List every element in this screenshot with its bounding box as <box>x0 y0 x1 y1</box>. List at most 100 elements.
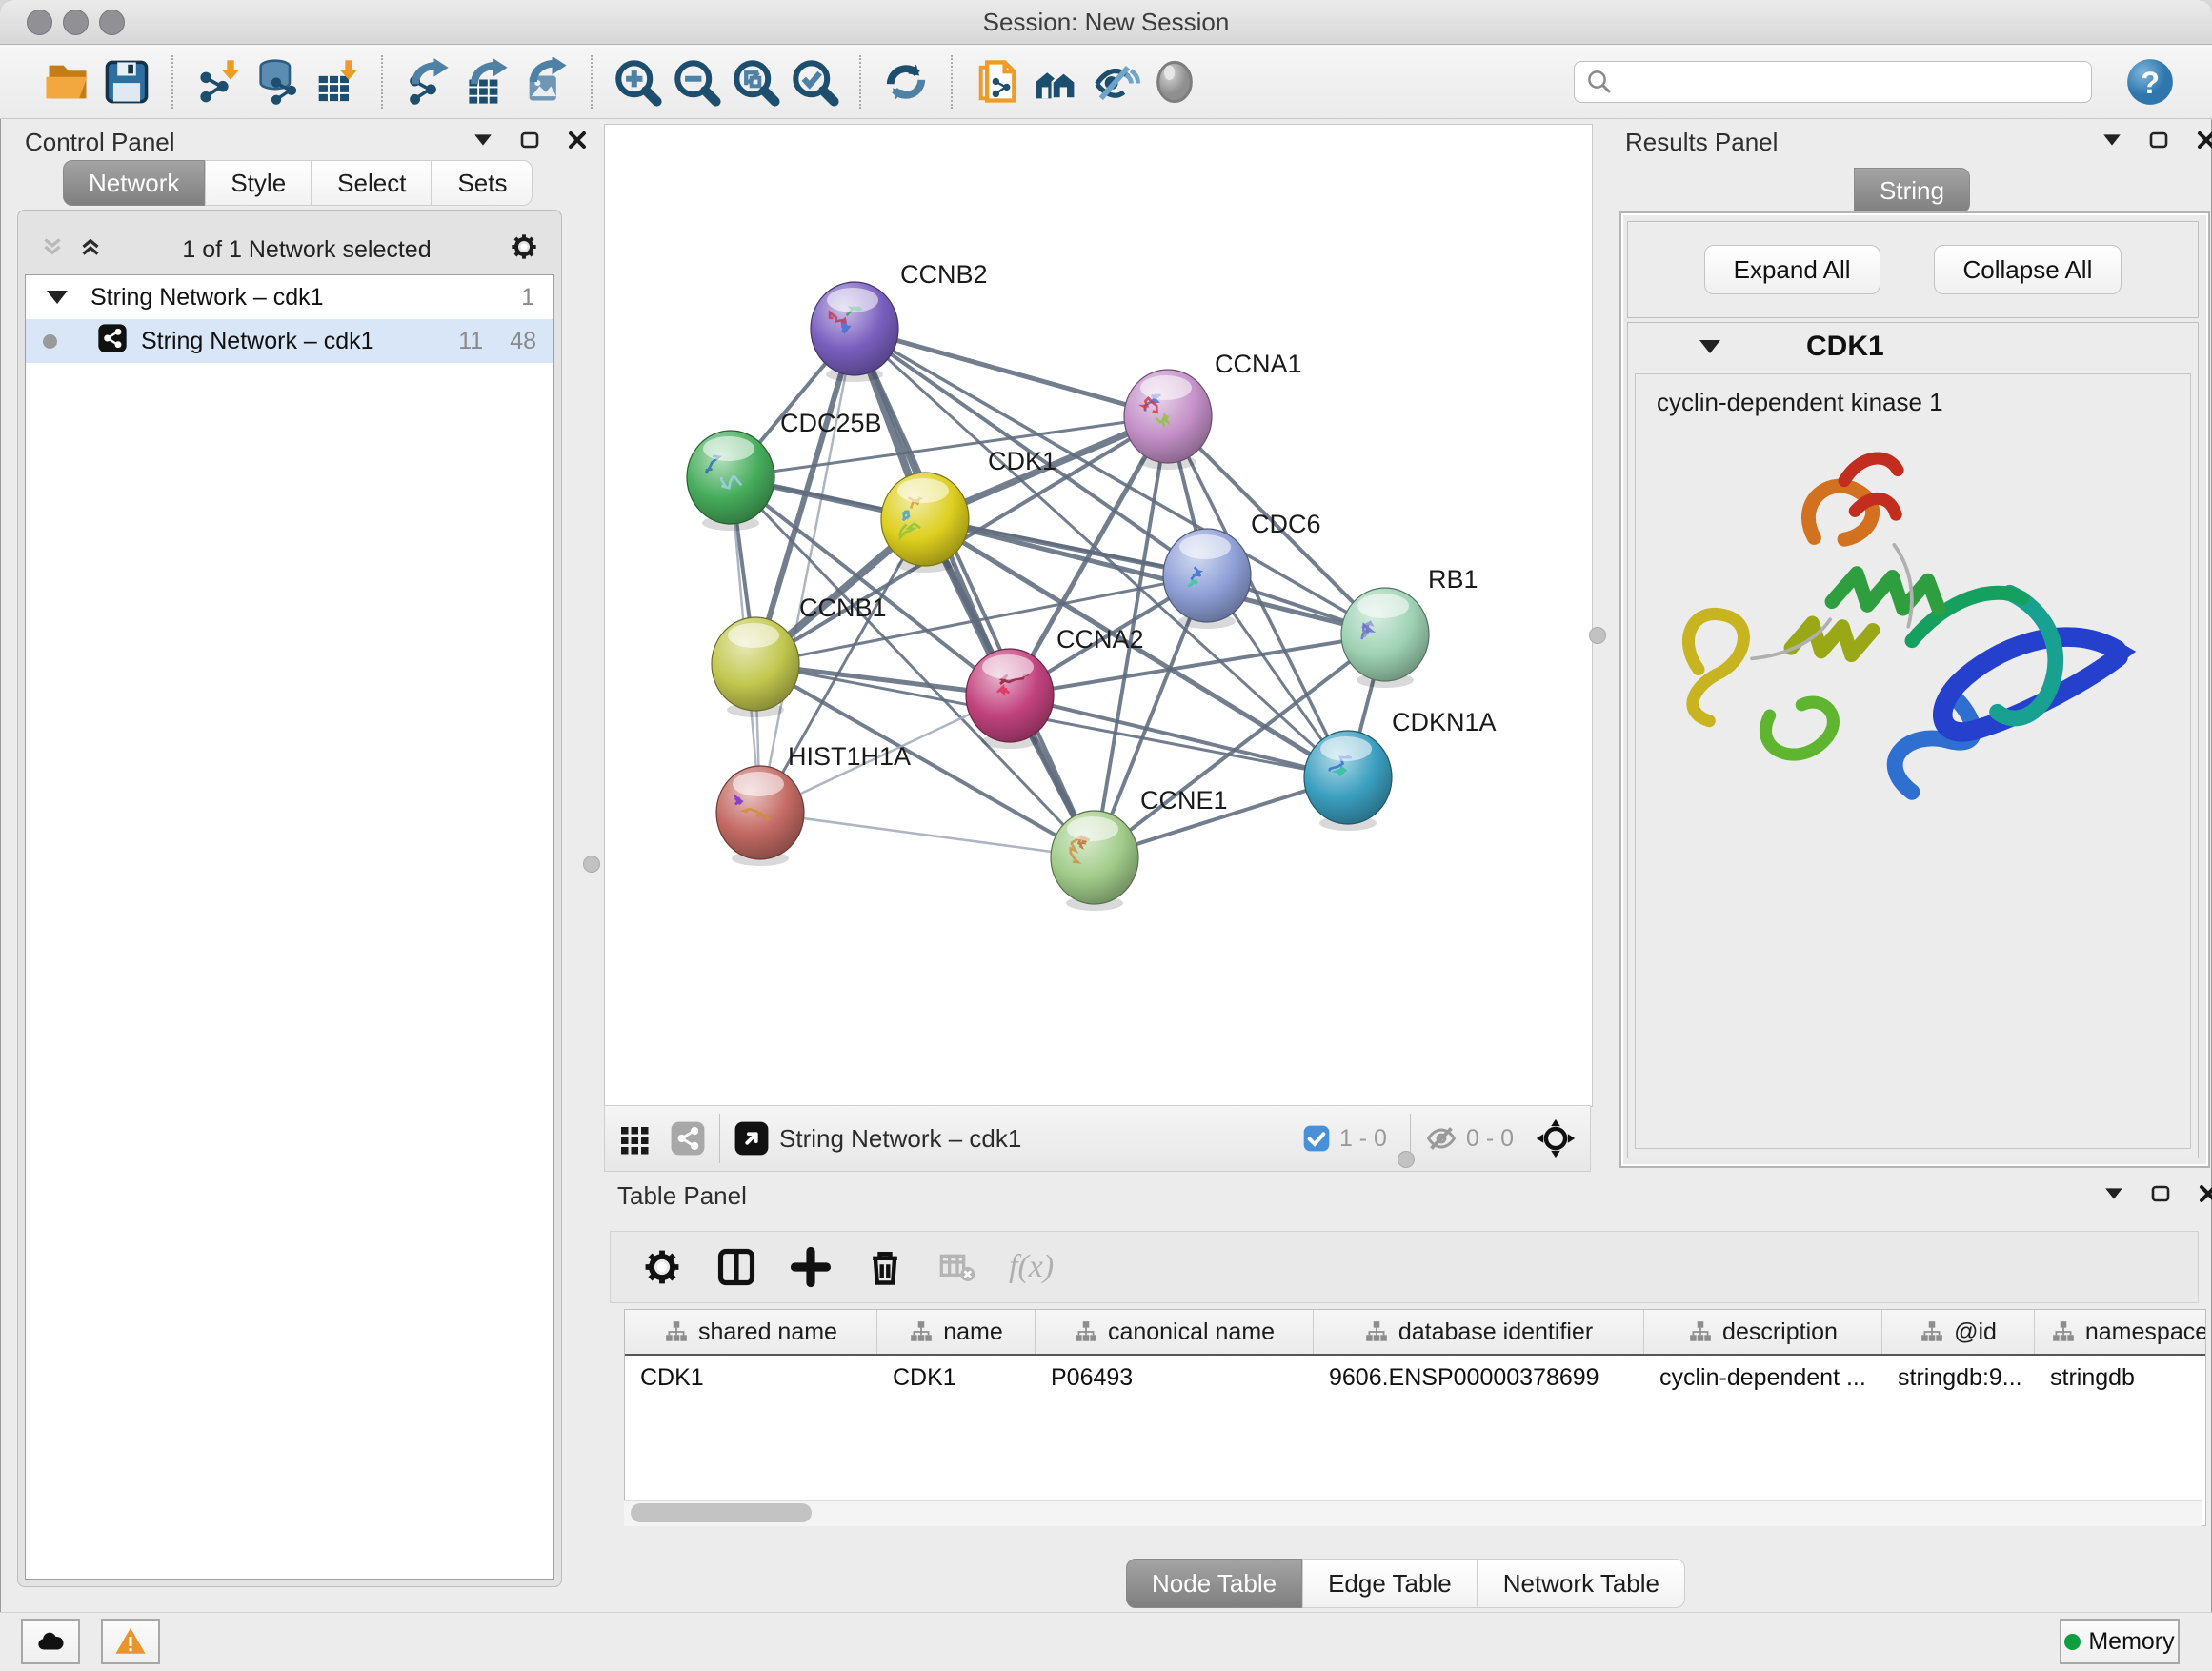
refresh-button[interactable] <box>876 52 935 111</box>
string-home-icon <box>1032 57 1081 107</box>
column-header-canonicalname[interactable]: canonical name <box>1036 1310 1314 1354</box>
horizontal-splitter-handle[interactable] <box>1398 1151 1415 1168</box>
control-panel-float-icon[interactable] <box>518 129 541 156</box>
network-list-options-gear-icon[interactable] <box>509 232 539 269</box>
network-edge[interactable] <box>855 329 1095 857</box>
export-table-icon <box>462 57 512 107</box>
zoom-fit-button[interactable] <box>726 52 785 111</box>
left-splitter-handle[interactable] <box>583 856 600 873</box>
network-overview-share-icon[interactable] <box>670 1120 706 1157</box>
network-collection-row[interactable]: String Network – cdk1 1 <box>26 275 553 319</box>
tab-select[interactable]: Select <box>312 160 432 206</box>
import-network-database-button[interactable] <box>248 52 307 111</box>
cloud-button[interactable] <box>21 1619 80 1664</box>
network-node-CCNB2[interactable]: CCNB2 <box>811 260 988 382</box>
cell-databaseidentifier: 9606.ENSP00000378699 <box>1314 1356 1644 1399</box>
close-window-icon[interactable] <box>27 10 52 35</box>
network-node-CCNE1[interactable]: CCNE1 <box>1051 786 1228 911</box>
delete-column-trash-icon[interactable] <box>864 1246 906 1288</box>
column-header-name[interactable]: name <box>877 1310 1036 1354</box>
refresh-icon <box>881 57 931 107</box>
table-panel-menu-icon[interactable] <box>2103 1187 2124 1205</box>
collapse-all-networks-icon[interactable] <box>38 232 67 268</box>
network-view-canvas[interactable]: CCNB2 CCNA1 CDC25B CDK1 CDC6 RB1 CCNB1 C… <box>604 124 1593 1107</box>
zoom-selected-icon <box>790 57 839 107</box>
tab-network[interactable]: Network <box>63 160 205 206</box>
table-row[interactable]: CDK1CDK1P064939606.ENSP00000378699cyclin… <box>625 1356 2205 1399</box>
right-splitter-handle[interactable] <box>1589 627 1606 644</box>
import-table-button[interactable] <box>307 52 366 111</box>
main-toolbar: ? <box>0 45 2212 119</box>
column-header-sharedname[interactable]: shared name <box>625 1310 877 1354</box>
tab-sets[interactable]: Sets <box>432 160 533 206</box>
zoom-selected-button[interactable] <box>785 52 844 111</box>
open-session-button[interactable] <box>38 52 97 111</box>
network-edge[interactable] <box>760 329 855 813</box>
open-in-new-window-icon[interactable] <box>734 1120 770 1157</box>
table-options-gear-icon[interactable] <box>641 1246 683 1288</box>
expand-all-networks-icon[interactable] <box>76 232 105 268</box>
export-network-button[interactable] <box>398 52 457 111</box>
table-panel-float-icon[interactable] <box>2149 1182 2172 1210</box>
collapse-all-button[interactable]: Collapse All <box>1934 245 2122 294</box>
import-network-button[interactable] <box>189 52 248 111</box>
help-button[interactable]: ? <box>2121 52 2180 111</box>
cell-id: stringdb:9... <box>1882 1356 2035 1399</box>
search-input[interactable] <box>1574 61 2092 103</box>
network-graph[interactable]: CCNB2 CCNA1 CDC25B CDK1 CDC6 RB1 CCNB1 C… <box>605 125 1592 1106</box>
tab-string[interactable]: String <box>1854 168 1970 213</box>
export-image-button[interactable] <box>516 52 575 111</box>
tab-style[interactable]: Style <box>205 160 312 206</box>
hide-unhide-button[interactable] <box>1086 52 1145 111</box>
tab-edge-table[interactable]: Edge Table <box>1302 1559 1478 1608</box>
export-table-button[interactable] <box>457 52 516 111</box>
show-grid-icon[interactable] <box>618 1121 653 1156</box>
column-header-namespace[interactable]: namespace <box>2035 1310 2206 1354</box>
save-session-button[interactable] <box>97 52 156 111</box>
zoom-in-icon <box>613 57 662 107</box>
network-edge[interactable] <box>760 813 1095 857</box>
string-home-button[interactable] <box>1027 52 1086 111</box>
maximize-window-icon[interactable] <box>99 10 125 35</box>
minimize-window-icon[interactable] <box>63 10 89 35</box>
table-scrollbar-thumb[interactable] <box>631 1503 812 1522</box>
gene-collapse-icon[interactable] <box>1699 340 1720 353</box>
create-column-plus-icon[interactable] <box>790 1246 832 1288</box>
network-node-CCNA1[interactable]: CCNA1 <box>1124 350 1302 470</box>
network-node-CCNB1[interactable]: CCNB1 <box>712 594 887 717</box>
control-panel-close-icon[interactable] <box>566 129 589 156</box>
column-header-id[interactable]: @id <box>1882 1310 2035 1354</box>
zoom-in-button[interactable] <box>608 52 667 111</box>
selected-node-edge-count: 1 - 0 <box>1339 1125 1387 1153</box>
network-node-RB1[interactable]: RB1 <box>1341 565 1478 688</box>
collection-expand-icon[interactable] <box>47 291 68 304</box>
network-node-HIST1H1A[interactable]: HIST1H1A <box>716 742 911 866</box>
table-panel-close-icon[interactable] <box>2197 1182 2212 1210</box>
expand-all-button[interactable]: Expand All <box>1704 245 1880 294</box>
zoom-out-button[interactable] <box>667 52 726 111</box>
network-edge[interactable] <box>1010 695 1348 777</box>
hidden-eye-slash-icon[interactable] <box>1424 1121 1458 1156</box>
results-panel-float-icon[interactable] <box>2147 129 2170 156</box>
network-row[interactable]: String Network – cdk1 11 48 <box>26 319 553 363</box>
tab-node-table[interactable]: Node Table <box>1126 1559 1302 1608</box>
column-header-databaseidentifier[interactable]: database identifier <box>1314 1310 1644 1354</box>
show-columns-icon[interactable] <box>715 1246 757 1288</box>
show-graphics-details-button[interactable] <box>1145 52 1204 111</box>
table-horizontal-scrollbar[interactable] <box>624 1500 2202 1526</box>
network-node-CDKN1A[interactable]: CDKN1A <box>1304 708 1497 831</box>
tab-network-table[interactable]: Network Table <box>1478 1559 1685 1608</box>
control-panel-menu-icon[interactable] <box>473 133 493 151</box>
cell-sharedname: CDK1 <box>625 1356 877 1399</box>
warnings-button[interactable] <box>101 1619 160 1664</box>
svg-text:?: ? <box>2141 65 2160 99</box>
gene-section-header[interactable]: CDK1 <box>1627 322 2197 372</box>
memory-status-dot-icon <box>2064 1634 2081 1650</box>
column-header-description[interactable]: description <box>1644 1310 1882 1354</box>
fit-selected-crosshair-icon[interactable] <box>1535 1117 1577 1159</box>
string-document-button[interactable] <box>968 52 1027 111</box>
results-panel-close-icon[interactable] <box>2195 129 2212 156</box>
memory-button[interactable]: Memory <box>2060 1619 2180 1664</box>
results-panel-menu-icon[interactable] <box>2101 133 2122 151</box>
selected-checkbox-icon[interactable] <box>1301 1123 1332 1154</box>
